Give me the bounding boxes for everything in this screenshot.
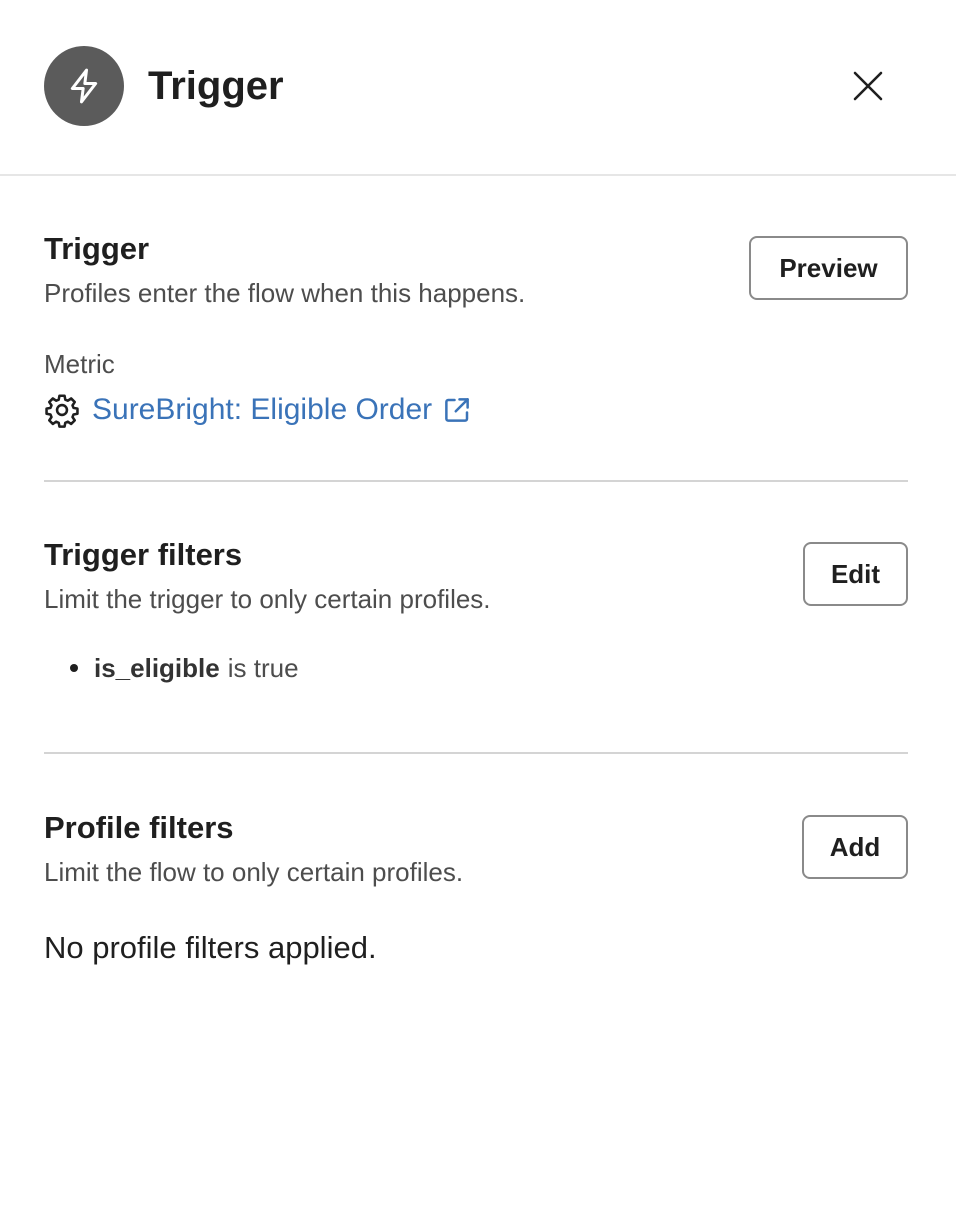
bullet xyxy=(70,664,78,672)
filter-condition: is true xyxy=(227,653,299,683)
profile-filters-description: Limit the flow to only certain profiles. xyxy=(44,857,464,887)
metric-link[interactable]: SureBright: Eligible Order xyxy=(92,390,432,430)
trigger-section-title: Trigger xyxy=(44,231,150,266)
profile-filters-empty-state: No profile filters applied. xyxy=(44,930,377,965)
metric-row: SureBright: Eligible Order xyxy=(44,388,472,432)
close-button[interactable] xyxy=(846,64,890,108)
external-link-icon[interactable] xyxy=(442,395,472,425)
trigger-filter-item: is_eligible is true xyxy=(70,652,299,684)
trigger-section-description: Profiles enter the flow when this happen… xyxy=(44,278,526,308)
lightning-bolt-icon xyxy=(44,46,124,126)
panel-header: Trigger xyxy=(0,0,956,176)
section-divider xyxy=(44,752,908,754)
add-profile-filter-button[interactable]: Add xyxy=(802,815,908,879)
trigger-panel: Trigger Trigger Profiles enter the flow … xyxy=(0,0,956,1218)
trigger-filters-description: Limit the trigger to only certain profil… xyxy=(44,584,491,614)
section-divider xyxy=(44,480,908,482)
close-icon xyxy=(853,71,883,101)
preview-button[interactable]: Preview xyxy=(749,236,908,300)
profile-filters-title: Profile filters xyxy=(44,810,234,845)
panel-title: Trigger xyxy=(148,64,284,108)
gear-icon xyxy=(45,394,79,428)
filter-property: is_eligible xyxy=(94,653,220,683)
metric-label: Metric xyxy=(44,349,115,379)
trigger-filters-title: Trigger filters xyxy=(44,537,243,572)
edit-trigger-filters-button[interactable]: Edit xyxy=(803,542,908,606)
